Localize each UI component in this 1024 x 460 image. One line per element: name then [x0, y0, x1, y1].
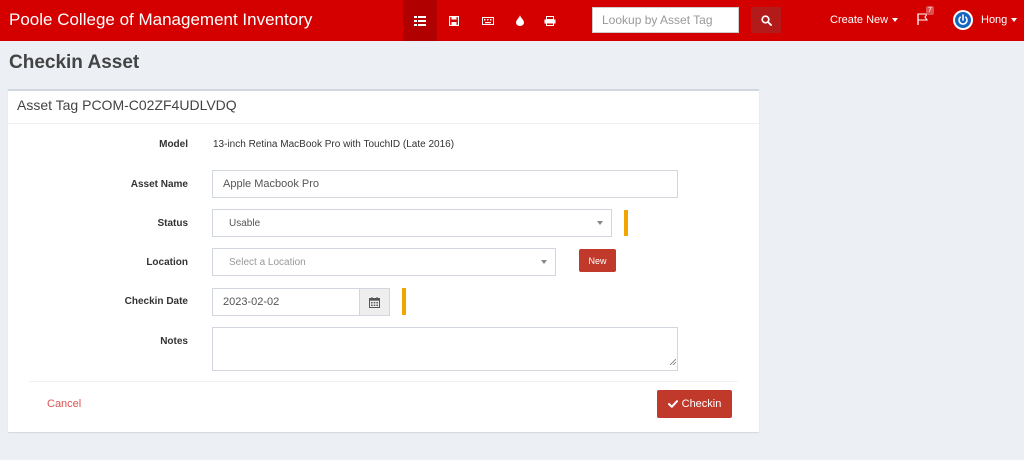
license-icon[interactable]	[437, 0, 471, 41]
chevron-down-icon	[541, 260, 547, 264]
asset-name-label: Asset Name	[130, 179, 188, 190]
create-new-menu[interactable]: Create New	[830, 14, 899, 26]
check-icon	[667, 400, 678, 408]
new-location-button[interactable]: New	[579, 249, 616, 272]
box-header-divider	[8, 123, 759, 124]
status-select[interactable]: Usable	[212, 209, 612, 237]
notes-textarea[interactable]	[212, 327, 678, 371]
chevron-down-icon	[892, 18, 899, 23]
app-title[interactable]: Poole College of Management Inventory	[9, 10, 312, 30]
resize-handle-icon[interactable]	[670, 359, 676, 365]
checkin-button[interactable]: Checkin	[657, 390, 732, 418]
create-new-label: Create New	[830, 14, 889, 26]
chevron-down-icon	[597, 221, 603, 225]
location-label: Location	[146, 257, 188, 268]
page-title: Checkin Asset	[9, 52, 140, 73]
required-indicator	[402, 288, 406, 315]
required-indicator	[624, 210, 628, 236]
search-icon	[760, 14, 772, 26]
location-placeholder: Select a Location	[229, 256, 306, 268]
status-selected-value: Usable	[229, 217, 261, 229]
chevron-down-icon	[1011, 18, 1018, 23]
search-button[interactable]	[751, 7, 781, 33]
calendar-icon	[369, 296, 380, 308]
user-name: Hong	[981, 14, 1008, 26]
checkin-form-box: Asset Tag PCOM-C02ZF4UDLVDQ Model 13-inc…	[8, 89, 759, 432]
notes-label: Notes	[160, 336, 188, 347]
asset-tag-heading: Asset Tag PCOM-C02ZF4UDLVDQ	[17, 97, 237, 113]
footer-divider	[29, 381, 738, 382]
user-menu[interactable]: Hong	[981, 14, 1018, 26]
location-select[interactable]: Select a Location	[212, 248, 556, 276]
accessory-icon[interactable]	[471, 0, 505, 41]
status-label: Status	[157, 218, 188, 229]
alerts-flag-icon[interactable]	[917, 13, 929, 28]
asset-tag-search-input[interactable]	[592, 7, 739, 33]
model-label: Model	[159, 139, 188, 150]
cancel-link[interactable]: Cancel	[47, 398, 81, 410]
power-icon	[955, 12, 971, 28]
checkin-date-input[interactable]	[212, 288, 360, 316]
calendar-button[interactable]	[359, 288, 390, 316]
assets-icon[interactable]	[403, 0, 437, 41]
checkin-button-label: Checkin	[681, 398, 722, 410]
checkin-date-label: Checkin Date	[124, 296, 188, 307]
component-icon[interactable]	[533, 0, 567, 41]
asset-name-input[interactable]	[212, 170, 678, 198]
model-value: 13-inch Retina MacBook Pro with TouchID …	[213, 139, 455, 150]
consumable-icon[interactable]	[503, 0, 537, 41]
alerts-count-badge: 7	[926, 6, 934, 15]
avatar[interactable]	[953, 10, 973, 30]
top-navbar: Poole College of Management Inventory Cr…	[0, 0, 1024, 41]
